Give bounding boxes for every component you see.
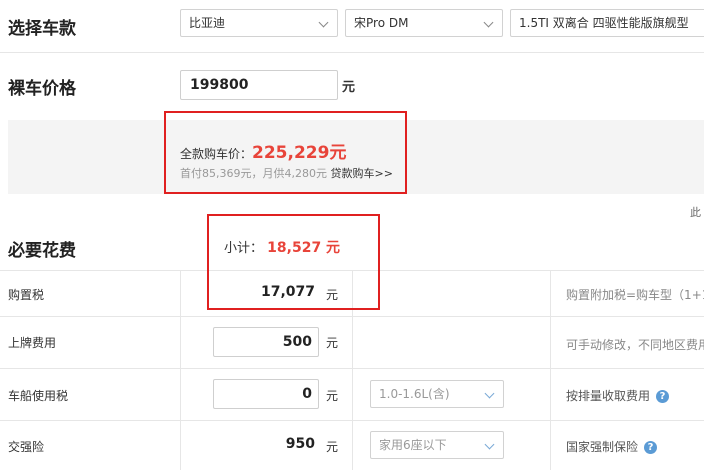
series-select[interactable]: 宋Pro DM [345, 9, 503, 37]
row-note: 国家强制保险? [566, 438, 658, 455]
compulsory-insurance-value: 950 [285, 436, 315, 452]
row-note: 按排量收取费用? [566, 387, 670, 404]
row-note: 购置附加税=购车型（1+1 [566, 288, 704, 302]
help-icon[interactable]: ? [644, 441, 658, 454]
row-note: 可手动修改，不同地区费用 [566, 338, 704, 352]
side-cut-text: 此 [690, 206, 701, 219]
chevron-down-icon [318, 17, 329, 28]
vehicle-tax-input[interactable]: 0 [213, 379, 319, 409]
row-note-text: 国家强制保险 [566, 440, 639, 454]
displacement-select[interactable]: 1.0-1.6L(含) [370, 380, 504, 408]
row-unit: 元 [326, 389, 339, 403]
bare-price-title: 裸车价格 [8, 79, 76, 99]
table-row: 车船使用税 0 元 1.0-1.6L(含) 按排量收取费用? [0, 369, 704, 420]
highlight-box-subtotal [207, 214, 380, 310]
row-note-text: 按排量收取费用 [566, 389, 651, 403]
row-label: 交强险 [8, 440, 45, 454]
brand-select-value: 比亚迪 [189, 16, 226, 30]
seat-count-select[interactable]: 家用6座以下 [370, 431, 504, 459]
select-car-title: 选择车款 [8, 19, 76, 39]
table-row: 交强险 950 元 家用6座以下 国家强制保险? [0, 421, 704, 470]
chevron-down-icon [483, 17, 494, 28]
help-icon[interactable]: ? [656, 390, 670, 403]
bare-price-input[interactable]: 199800 [180, 70, 338, 100]
displacement-select-value: 1.0-1.6L(含) [379, 387, 450, 401]
chevron-down-icon [484, 388, 495, 399]
model-select[interactable]: 1.5TI 双离合 四驱性能版旗舰型 [510, 9, 704, 37]
seat-count-select-value: 家用6座以下 [379, 438, 447, 452]
row-label: 购置税 [8, 288, 45, 302]
row-unit: 元 [326, 440, 339, 454]
registration-fee-value: 500 [282, 334, 312, 350]
series-select-value: 宋Pro DM [354, 16, 409, 30]
required-costs-title: 必要花费 [8, 241, 76, 261]
brand-select[interactable]: 比亚迪 [180, 9, 338, 37]
registration-fee-input[interactable]: 500 [213, 327, 319, 357]
bare-price-unit: 元 [342, 80, 356, 95]
row-label: 上牌费用 [8, 336, 57, 350]
model-select-value: 1.5TI 双离合 四驱性能版旗舰型 [519, 16, 689, 30]
row-label: 车船使用税 [8, 389, 69, 403]
divider [0, 52, 704, 53]
table-row: 上牌费用 500 元 可手动修改，不同地区费用 [0, 317, 704, 368]
vehicle-tax-value: 0 [302, 386, 312, 402]
chevron-down-icon [484, 439, 495, 450]
highlight-box-total [164, 111, 407, 194]
bare-price-value: 199800 [190, 77, 249, 93]
row-unit: 元 [326, 336, 339, 350]
